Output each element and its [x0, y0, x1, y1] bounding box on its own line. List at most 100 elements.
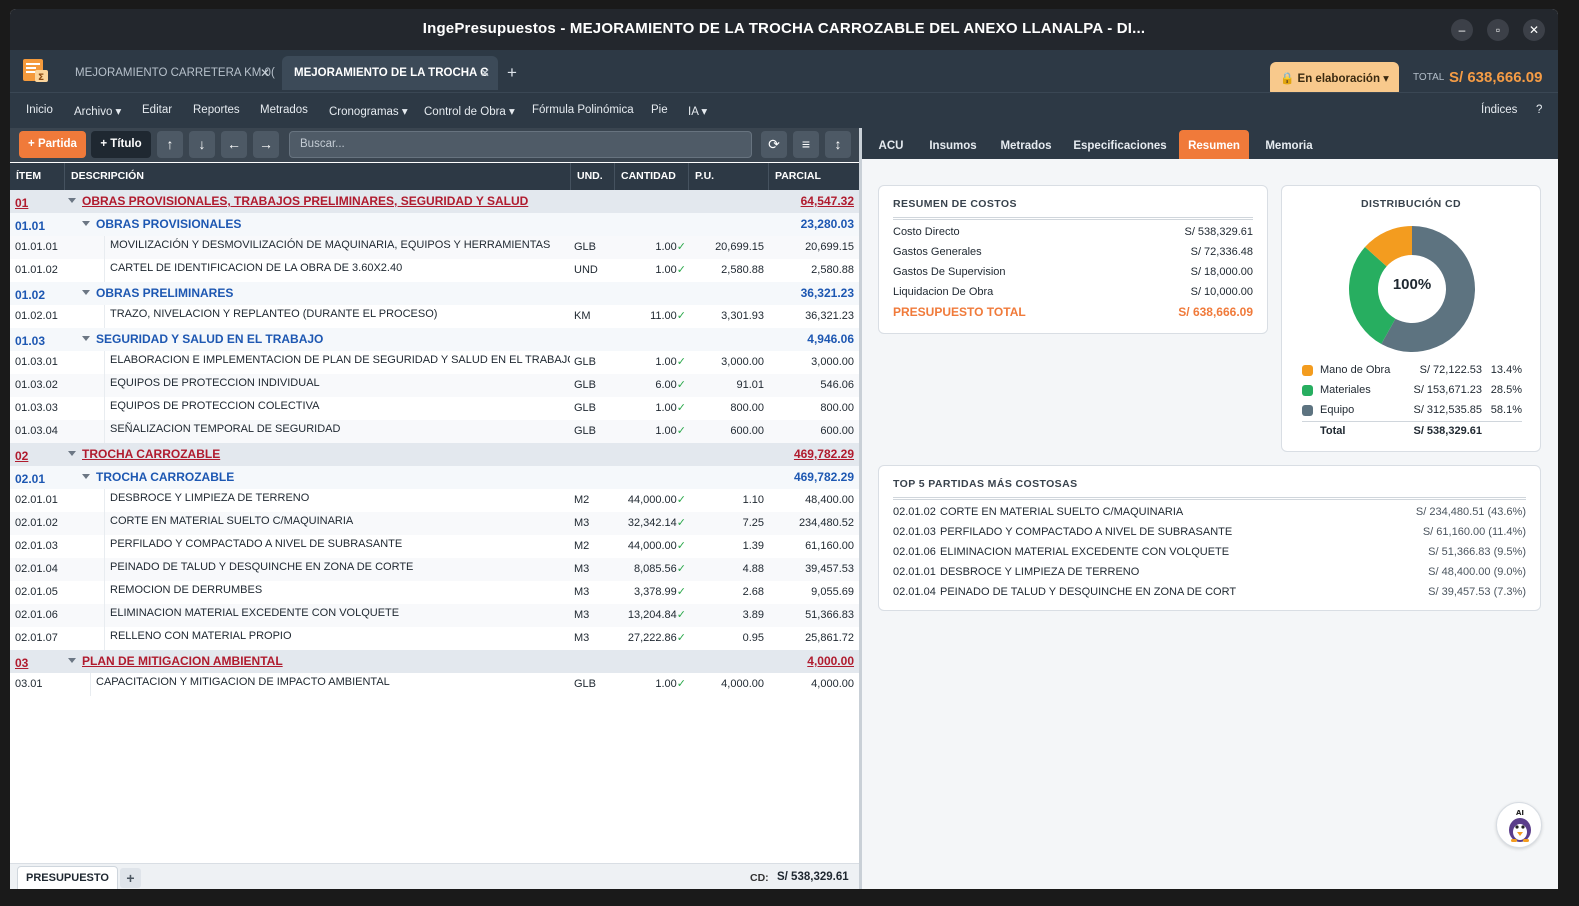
partida-row[interactable]: 02.01.06 ELIMINACION MATERIAL EXCEDENTE C…: [10, 604, 859, 627]
add-sheet-button[interactable]: +: [120, 868, 141, 888]
partida-row[interactable]: 01.03.04 SEÑALIZACION TEMPORAL DE SEGURID…: [10, 420, 859, 443]
tab-resumen[interactable]: Resumen: [1179, 130, 1249, 159]
partida-row[interactable]: 03.01 CAPACITACION Y MITIGACION DE IMPACT…: [10, 673, 859, 696]
collapse-caret-icon[interactable]: [68, 198, 76, 203]
add-tab-button[interactable]: +: [507, 63, 517, 83]
ai-assistant-button[interactable]: AI: [1496, 802, 1542, 848]
cell-cantidad[interactable]: 1.00✓: [614, 673, 686, 696]
cell-cantidad[interactable]: 3,378.99✓: [614, 581, 686, 604]
tab-acu[interactable]: ACU: [870, 128, 912, 159]
title-row[interactable]: 02 TROCHA CARROZABLE 469,782.29: [10, 443, 859, 466]
col-descripcion[interactable]: DESCRIPCIÓN: [64, 163, 570, 190]
cell-cantidad[interactable]: 1.00✓: [614, 420, 686, 443]
cell-cantidad[interactable]: 1.00✓: [614, 236, 686, 259]
partida-row[interactable]: 02.01.02 CORTE EN MATERIAL SUELTO C/MAQUI…: [10, 512, 859, 535]
menu-editar[interactable]: Editar: [142, 104, 172, 116]
partida-row[interactable]: 02.01.01 DESBROCE Y LIMPIEZA DE TERRENO M2…: [10, 489, 859, 512]
minimize-button[interactable]: –: [1451, 19, 1473, 41]
top5-item[interactable]: 02.01.06 ELIMINACION MATERIAL EXCEDENTE C…: [893, 546, 1526, 566]
partida-row[interactable]: 02.01.07 RELLENO CON MATERIAL PROPIO M3 27,…: [10, 627, 859, 650]
menu-help[interactable]: ?: [1536, 104, 1542, 116]
menu-formula-polinomica[interactable]: Fórmula Polinómica: [532, 104, 634, 116]
menu-inicio[interactable]: Inicio: [26, 104, 53, 116]
cell-cantidad[interactable]: 1.00✓: [614, 351, 686, 374]
top5-item[interactable]: 02.01.01 DESBROCE Y LIMPIEZA DE TERRENO S/…: [893, 566, 1526, 586]
subtitle-row[interactable]: 02.01 TROCHA CARROZABLE 469,782.29: [10, 466, 859, 489]
cell-cantidad[interactable]: 27,222.86✓: [614, 627, 686, 650]
close-tab-icon[interactable]: ✕: [480, 56, 490, 90]
collapse-caret-icon[interactable]: [68, 451, 76, 456]
menu-pie[interactable]: Pie: [651, 104, 668, 116]
tab-especificaciones[interactable]: Especificaciones: [1068, 128, 1172, 159]
tab-metrados[interactable]: Metrados: [994, 128, 1058, 159]
cell-und: [574, 443, 614, 466]
sheet-tab-presupuesto[interactable]: PRESUPUESTO: [17, 866, 118, 889]
title-row[interactable]: 03 PLAN DE MITIGACION AMBIENTAL 4,000.00: [10, 650, 859, 673]
menu-indices[interactable]: Índices: [1481, 104, 1517, 116]
cell-cantidad[interactable]: 6.00✓: [614, 374, 686, 397]
tab-mejoramiento-trocha[interactable]: MEJORAMIENTO DE LA TROCHA C ✕: [282, 56, 498, 90]
subtitle-row[interactable]: 01.02 OBRAS PRELIMINARES 36,321.23: [10, 282, 859, 305]
cell-cantidad[interactable]: 44,000.00✓: [614, 489, 686, 512]
search-input[interactable]: Buscar...: [289, 131, 752, 158]
top5-item[interactable]: 02.01.02 CORTE EN MATERIAL SUELTO C/MAQUI…: [893, 506, 1526, 526]
partida-row[interactable]: 02.01.03 PERFILADO Y COMPACTADO A NIVEL D…: [10, 535, 859, 558]
cell-cantidad[interactable]: 11.00✓: [614, 305, 686, 328]
title-row[interactable]: 01 OBRAS PROVISIONALES, TRABAJOS PRELIMIN…: [10, 190, 859, 213]
close-tab-icon[interactable]: ✕: [260, 56, 270, 90]
collapse-caret-icon[interactable]: [68, 658, 76, 663]
menu-control-de-obra[interactable]: Control de Obra ▾: [424, 104, 515, 118]
cell-und: [574, 213, 614, 236]
cell-cantidad[interactable]: 1.00✓: [614, 259, 686, 282]
move-down-icon[interactable]: ↓: [189, 131, 215, 158]
col-parcial[interactable]: PARCIAL: [768, 163, 859, 190]
collapse-caret-icon[interactable]: [82, 221, 90, 226]
partida-row[interactable]: 01.03.03 EQUIPOS DE PROTECCION COLECTIVA G…: [10, 397, 859, 420]
cell-und: [574, 650, 614, 673]
partida-row[interactable]: 02.01.04 PEINADO DE TALUD Y DESQUINCHE EN…: [10, 558, 859, 581]
tab-insumos[interactable]: Insumos: [922, 128, 984, 159]
indent-right-icon[interactable]: →: [253, 131, 279, 158]
legend-value: S/ 72,122.53: [1419, 364, 1482, 376]
expand-collapse-icon[interactable]: ↕: [825, 131, 851, 158]
collapse-caret-icon[interactable]: [82, 336, 90, 341]
menu-cronogramas[interactable]: Cronogramas ▾: [329, 104, 408, 118]
col-pu[interactable]: P.U.: [688, 163, 768, 190]
partida-row[interactable]: 01.03.02 EQUIPOS DE PROTECCION INDIVIDUAL…: [10, 374, 859, 397]
menu-reportes[interactable]: Reportes: [193, 104, 240, 116]
add-titulo-button[interactable]: + Título: [91, 131, 151, 158]
collapse-caret-icon[interactable]: [82, 290, 90, 295]
collapse-caret-icon[interactable]: [82, 474, 90, 479]
cell-cantidad[interactable]: 44,000.00✓: [614, 535, 686, 558]
cell-cantidad[interactable]: 1.00✓: [614, 397, 686, 420]
col-cantidad[interactable]: CANTIDAD: [614, 163, 688, 190]
list-menu-icon[interactable]: ≡: [793, 131, 819, 158]
move-up-icon[interactable]: ↑: [157, 131, 183, 158]
subtitle-row[interactable]: 01.03 SEGURIDAD Y SALUD EN EL TRABAJO 4,94…: [10, 328, 859, 351]
add-partida-button[interactable]: + Partida: [19, 131, 86, 158]
menu-ia[interactable]: IA ▾: [688, 104, 707, 118]
subtitle-row[interactable]: 01.01 OBRAS PROVISIONALES 23,280.03: [10, 213, 859, 236]
verified-check-icon: ✓: [676, 264, 686, 276]
partida-row[interactable]: 01.03.01 ELABORACION E IMPLEMENTACION DE …: [10, 351, 859, 374]
refresh-icon[interactable]: ⟳: [761, 131, 787, 158]
partida-row[interactable]: 01.01.01 MOVILIZACIÓN Y DESMOVILIZACIÓN D…: [10, 236, 859, 259]
close-window-button[interactable]: ✕: [1523, 19, 1545, 41]
cell-cantidad[interactable]: 13,204.84✓: [614, 604, 686, 627]
cell-cantidad[interactable]: 32,342.14✓: [614, 512, 686, 535]
menu-metrados[interactable]: Metrados: [260, 104, 308, 116]
partida-row[interactable]: 02.01.05 REMOCION DE DERRUMBES M3 3,378.99✓…: [10, 581, 859, 604]
cell-cantidad[interactable]: 8,085.56✓: [614, 558, 686, 581]
partida-row[interactable]: 01.01.02 CARTEL DE IDENTIFICACION DE LA O…: [10, 259, 859, 282]
tab-memoria[interactable]: Memoria: [1258, 128, 1320, 159]
col-item[interactable]: ÍTEM: [10, 163, 64, 190]
col-und[interactable]: UND.: [570, 163, 614, 190]
menu-archivo[interactable]: Archivo ▾: [74, 104, 121, 118]
partida-row[interactable]: 01.02.01 TRAZO, NIVELACION Y REPLANTEO (D…: [10, 305, 859, 328]
ai-label: AI: [1516, 809, 1524, 817]
tab-mejoramiento-carretera[interactable]: MEJORAMIENTO CARRETERA KM 0( ✕: [63, 56, 278, 90]
maximize-button[interactable]: ▫: [1487, 19, 1509, 41]
top5-item[interactable]: 02.01.04 PEINADO DE TALUD Y DESQUINCHE EN…: [893, 586, 1526, 606]
outdent-left-icon[interactable]: ←: [221, 131, 247, 158]
top5-item[interactable]: 02.01.03 PERFILADO Y COMPACTADO A NIVEL D…: [893, 526, 1526, 546]
